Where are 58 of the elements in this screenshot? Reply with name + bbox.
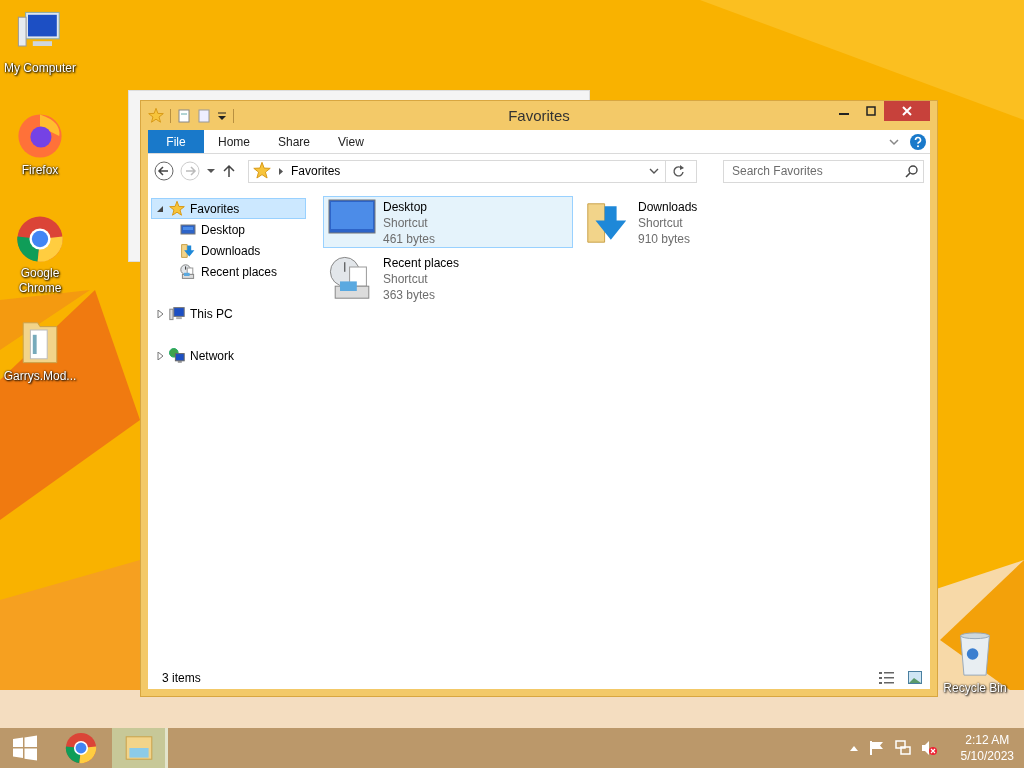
chevron-up-icon[interactable] <box>848 744 859 752</box>
chrome-icon <box>65 732 97 764</box>
folder-download-icon <box>180 242 196 259</box>
chevron-right-icon <box>277 166 285 176</box>
maximize-icon <box>865 106 876 116</box>
help-icon[interactable] <box>910 133 926 150</box>
flag-icon[interactable] <box>868 740 885 756</box>
computer-icon <box>169 305 185 322</box>
ribbon-tab[interactable]: Home <box>204 130 264 153</box>
up-arrow-icon[interactable] <box>222 164 236 178</box>
dropdown-icon[interactable] <box>217 110 227 121</box>
nav-item[interactable]: This PC <box>151 303 306 324</box>
chevron-down-icon[interactable] <box>649 166 659 176</box>
dropdown-icon[interactable] <box>206 166 216 176</box>
monitor-icon <box>328 199 376 235</box>
star-icon <box>148 107 164 124</box>
windows-logo-icon <box>11 734 39 762</box>
minimize-icon <box>838 113 849 115</box>
globe-monitor-icon <box>169 347 185 364</box>
close-button[interactable] <box>884 101 930 121</box>
back-icon[interactable] <box>154 161 174 181</box>
monitor-icon <box>180 223 196 236</box>
file-item[interactable]: Recent places Shortcut 363 bytes <box>323 252 573 304</box>
icon-label: Garrys.Mod... <box>3 369 77 384</box>
refresh-icon[interactable] <box>672 164 686 178</box>
clock-tray-icon <box>180 263 196 280</box>
file-item[interactable]: Desktop Shortcut 461 bytes <box>323 196 573 248</box>
nav-item[interactable]: Desktop <box>151 219 306 240</box>
search-field[interactable]: Search Favorites <box>723 159 924 183</box>
icon-label: My Computer <box>4 61 76 76</box>
item-count: 3 items <box>162 671 201 685</box>
search-icon <box>905 164 918 178</box>
network-icon[interactable] <box>894 740 911 756</box>
expand-icon[interactable] <box>156 309 164 318</box>
large-icons-view-icon[interactable] <box>908 671 922 684</box>
collapse-icon[interactable] <box>156 204 164 213</box>
nav-item[interactable]: Network <box>151 345 306 366</box>
nav-item[interactable]: Recent places <box>151 261 306 282</box>
ribbon-tab[interactable]: Share <box>264 130 325 153</box>
icon-label: Firefox <box>21 163 59 178</box>
details-view-icon[interactable] <box>879 671 894 685</box>
nav-item[interactable]: Downloads <box>151 240 306 261</box>
address-bar[interactable]: Favorites <box>248 159 697 183</box>
chrome-icon <box>16 215 64 263</box>
nav-item[interactable]: Favorites <box>151 198 306 219</box>
firefox-icon <box>16 112 64 160</box>
file-item[interactable]: Downloads Shortcut 910 bytes <box>578 196 828 248</box>
properties-icon[interactable] <box>177 108 191 123</box>
icon-label: Google Chrome <box>18 266 62 296</box>
star-icon <box>169 200 185 217</box>
speaker-muted-icon[interactable] <box>920 740 937 756</box>
star-icon <box>253 162 271 180</box>
close-icon <box>902 106 912 116</box>
file-menu-button[interactable]: File <box>148 130 204 153</box>
expand-icon[interactable] <box>156 351 164 360</box>
window-title: Favorites <box>508 107 570 124</box>
ribbon-tab[interactable]: View <box>324 130 378 153</box>
icon-label: Recycle Bin <box>943 681 1007 696</box>
